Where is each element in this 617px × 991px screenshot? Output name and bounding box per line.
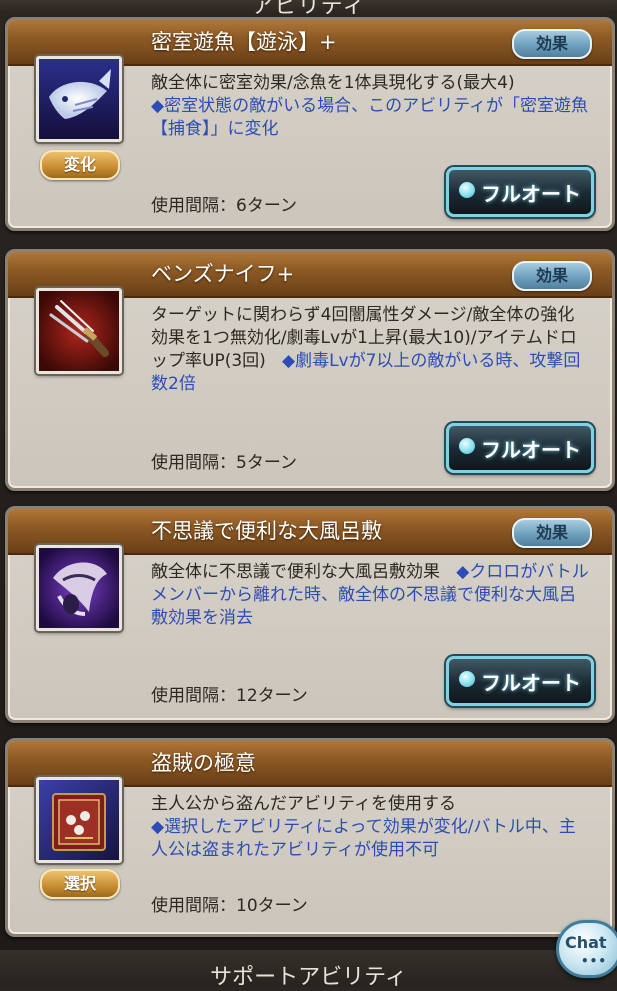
- skill-card-2: ベンズナイフ+ 効果 ターゲットに関わらず4回闇属性ダメージ/敵全体の強化効果を…: [5, 249, 615, 491]
- select-tag-button[interactable]: 選択: [40, 869, 120, 899]
- skill-desc-main: 敵全体に密室効果/念魚を1体具現化する(最大4): [151, 73, 515, 93]
- skill-interval: 使用間隔：6ターン: [151, 196, 297, 216]
- skill-desc-highlight: ◆選択したアビリティによって効果が変化/バトル中、主人公は盗まれたアビリティが使…: [151, 817, 576, 860]
- skill-card-4: 盗賊の極意 選択 主人公から盗んだアビリティを使用する ◆選択したアビリティによ…: [5, 738, 615, 937]
- skill-description: 敵全体に不思議で便利な大風呂敷効果 ◆クロロがバトルメンバーから離れた時、敵全体…: [151, 561, 591, 630]
- skill-name: 盗賊の極意: [151, 751, 256, 775]
- skill-description: 主人公から盗んだアビリティを使用する ◆選択したアビリティによって効果が変化/バ…: [151, 793, 591, 862]
- ghost-fish-icon: [36, 56, 122, 142]
- chat-label: Chat: [565, 933, 607, 952]
- skill-card-3: 不思議で便利な大風呂敷 効果 敵全体に不思議で便利な大風呂敷効果 ◆クロロがバト…: [5, 506, 615, 723]
- skill-interval: 使用間隔：10ターン: [151, 896, 308, 916]
- skill-interval: 使用間隔：5ターン: [151, 453, 297, 473]
- skill-desc-highlight: ◆密室状態の敵がいる場合、このアビリティが「密室遊魚【捕食】」に変化: [151, 96, 589, 139]
- full-auto-button[interactable]: フルオート: [446, 656, 594, 706]
- effect-button[interactable]: 効果: [512, 518, 592, 548]
- abilities-header-title: アビリティ: [251, 0, 366, 14]
- full-auto-label: フルオート: [481, 182, 581, 206]
- effect-button[interactable]: 効果: [512, 29, 592, 59]
- skill-name: 密室遊魚【遊泳】+: [151, 30, 337, 54]
- toggle-dot-icon: [459, 182, 475, 198]
- skill-description: ターゲットに関わらず4回闇属性ダメージ/敵全体の強化効果を1つ無効化/劇毒Lvが…: [151, 304, 591, 396]
- toggle-dot-icon: [459, 438, 475, 454]
- skill-name: 不思議で便利な大風呂敷: [151, 519, 382, 543]
- full-auto-button[interactable]: フルオート: [446, 167, 594, 217]
- abilities-header: アビリティ: [0, 0, 617, 14]
- cloth-icon: [36, 545, 122, 631]
- effect-button[interactable]: 効果: [512, 261, 592, 291]
- chat-button[interactable]: Chat •••: [556, 920, 617, 978]
- knife-icon: [36, 288, 122, 374]
- book-icon: [36, 777, 122, 863]
- support-abilities-header: サポートアビリティ: [0, 950, 617, 990]
- skill-name: ベンズナイフ+: [151, 262, 295, 286]
- skill-desc-main: 主人公から盗んだアビリティを使用する: [151, 794, 456, 814]
- skill-description: 敵全体に密室効果/念魚を1体具現化する(最大4) ◆密室状態の敵がいる場合、この…: [151, 72, 591, 141]
- toggle-dot-icon: [459, 671, 475, 687]
- chat-dots-icon: •••: [581, 954, 608, 968]
- full-auto-button[interactable]: フルオート: [446, 423, 594, 473]
- skill-interval: 使用間隔：12ターン: [151, 686, 308, 706]
- support-abilities-title: サポートアビリティ: [210, 965, 407, 990]
- skill-card-1: 密室遊魚【遊泳】+ 効果 変化 敵全体に密室効果/念魚を1体具現化する(最大4)…: [5, 17, 615, 231]
- full-auto-label: フルオート: [481, 671, 581, 695]
- skill-desc-main: 敵全体に不思議で便利な大風呂敷効果: [151, 562, 440, 582]
- full-auto-label: フルオート: [481, 438, 581, 462]
- transform-tag-button[interactable]: 変化: [40, 150, 120, 180]
